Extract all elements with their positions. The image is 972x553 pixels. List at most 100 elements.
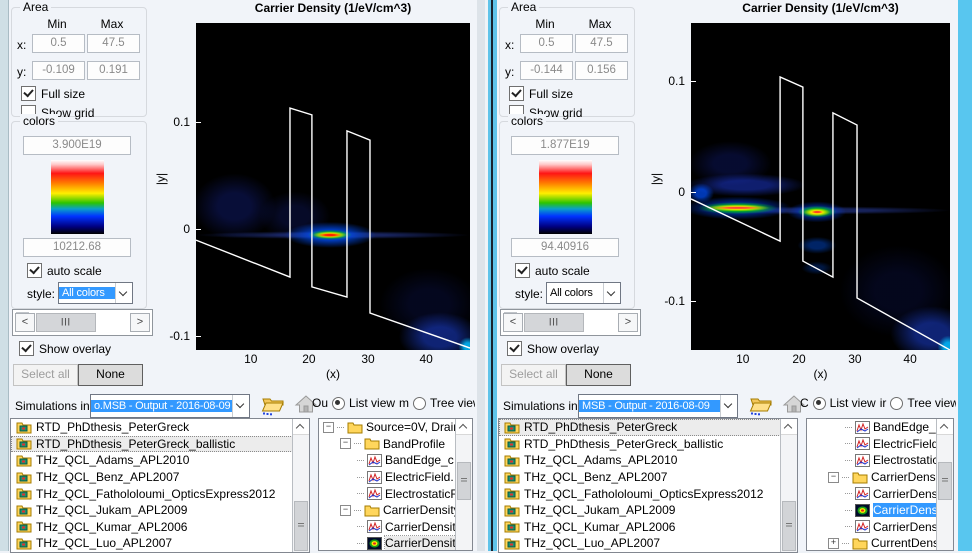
x-min-field[interactable]: 0.5 [520,34,573,53]
scroll-up-arrow[interactable] [456,419,472,435]
tree-view-label[interactable]: Tree view [907,396,956,410]
output-tree[interactable]: − Source=0V, Drain=0. − BandProfile BandEdge… [318,418,473,551]
tree-expander[interactable]: − [340,438,351,450]
show-overlay-checkbox[interactable] [19,341,34,356]
scroll-up-arrow[interactable] [293,419,309,435]
simulations-combobox[interactable]: o.MSB - Output - 2016-08-09 [90,394,250,418]
y-max-field[interactable]: 0.156 [575,61,628,80]
tree-item[interactable]: + CurrentDensity [807,535,953,550]
tree-item[interactable]: − BandProfile [319,436,472,453]
tree-scrollbar-thumb[interactable] [938,462,952,500]
color-max-field[interactable]: 1.877E19 [511,136,619,155]
tree-expander[interactable]: + [828,537,839,549]
list-view-label[interactable]: List view [349,396,395,410]
tree-item[interactable]: − CarrierDensity [319,502,472,519]
tree-item[interactable]: − CarrierDensity [807,469,953,486]
y-min-field[interactable]: -0.144 [520,61,573,80]
list-item[interactable]: THz_QCL_Jukam_APL2009 [499,502,797,519]
color-min-field[interactable]: 94.40916 [511,238,619,257]
list-view-radio[interactable] [332,396,346,410]
scroll-left-arrow[interactable]: < [15,313,35,332]
tree-item[interactable]: BandEdge_ [807,419,953,436]
tree-item[interactable]: ElectricField. [319,469,472,486]
list-item[interactable]: RTD_PhDthesis_PeterGreck [11,419,309,436]
list-view-label[interactable]: List view [830,396,876,410]
list-item[interactable]: THz_QCL_Adams_APL2010 [499,452,797,469]
scroll-up-arrow[interactable] [781,419,797,435]
scroll-right-arrow[interactable]: > [618,313,638,332]
list-item[interactable]: THz_QCL_Jukam_APL2009 [11,502,309,519]
open-folder-icon[interactable] [748,393,774,416]
tree-expander[interactable]: − [323,421,334,433]
list-item[interactable]: THz_QCL_Kumar_APL2006 [11,519,309,536]
style-combobox[interactable]: All colors [546,282,621,304]
tree-view-radio[interactable] [413,396,427,410]
list-item[interactable]: THz_QCL_Luo_APL2007 [11,535,309,552]
list-vscrollbar[interactable] [780,419,797,552]
open-folder-icon[interactable] [260,393,286,416]
full-size-checkbox[interactable] [21,86,36,101]
tree-vscrollbar[interactable] [455,419,472,550]
auto-scale-checkbox[interactable] [27,263,42,278]
plot-hscrollbar[interactable]: < ||| > [500,309,641,336]
full-size-checkbox[interactable] [509,86,524,101]
tree-scrollbar-thumb[interactable] [457,462,471,500]
tree-view-radio[interactable] [890,396,904,410]
list-item[interactable]: THz_QCL_Adams_APL2010 [11,452,309,469]
list-vscrollbar[interactable] [292,419,309,552]
tree-item[interactable]: Electrostatic [807,452,953,469]
list-item[interactable]: RTD_PhDthesis_PeterGreck [499,419,797,436]
chevron-down-icon[interactable] [720,395,737,417]
tree-vscrollbar[interactable] [936,419,953,550]
x-min-field[interactable]: 0.5 [32,34,85,53]
list-view-radio[interactable] [812,396,826,410]
tree-item[interactable]: ElectricField [807,436,953,453]
none-button[interactable]: None [78,364,143,386]
tree-item[interactable]: CarrierDens [807,502,953,519]
hscrollbar-thumb[interactable]: ||| [524,313,584,332]
list-scrollbar-thumb[interactable] [782,501,796,552]
tree-item[interactable]: CarrierDensity [319,519,472,536]
select-all-button[interactable]: Select all [13,364,78,386]
carrier-density-plot[interactable] [196,23,470,350]
tree-item[interactable]: CarrierDensity [319,535,472,550]
auto-scale-checkbox[interactable] [515,263,530,278]
output-tree[interactable]: BandEdge_ ElectricField Electrostatic − Carr… [806,418,954,551]
color-max-field[interactable]: 3.900E19 [23,136,131,155]
list-item[interactable]: THz_QCL_Benz_APL2007 [11,469,309,486]
list-item[interactable]: THz_QCL_Luo_APL2007 [499,535,797,552]
scroll-left-arrow[interactable]: < [503,313,523,332]
select-all-button[interactable]: Select all [501,364,566,386]
tree-item[interactable]: CarrierDens [807,519,953,536]
hscrollbar-thumb[interactable]: ||| [36,313,96,332]
y-max-field[interactable]: 0.191 [87,61,140,80]
x-max-field[interactable]: 47.5 [575,34,628,53]
none-button[interactable]: None [566,364,631,386]
carrier-density-plot[interactable] [691,23,950,350]
style-combobox[interactable]: All colors [58,282,133,304]
chevron-down-icon[interactable] [603,283,620,303]
x-max-field[interactable]: 47.5 [87,34,140,53]
tree-view-label[interactable]: Tree view [430,396,475,410]
list-item[interactable]: RTD_PhDthesis_PeterGreck_ballistic [499,436,797,453]
show-overlay-checkbox[interactable] [507,341,522,356]
simulations-combobox[interactable]: MSB - Output - 2016-08-09 [578,394,738,418]
list-item[interactable]: RTD_PhDthesis_PeterGreck_ballistic [11,435,309,453]
list-scrollbar-thumb[interactable] [294,501,308,552]
scroll-up-arrow[interactable] [937,419,953,435]
chevron-down-icon[interactable] [232,395,249,417]
list-item[interactable]: THz_QCL_Fathololoumi_OpticsExpress2012 [499,485,797,502]
list-item[interactable]: THz_QCL_Fathololoumi_OpticsExpress2012 [11,485,309,502]
plot-hscrollbar[interactable]: < ||| > [12,309,153,336]
chevron-down-icon[interactable] [115,283,132,303]
tree-item[interactable]: CarrierDens [807,485,953,502]
simulation-folder-list[interactable]: RTD_PhDthesis_PeterGreck RTD_PhDthesis_Pe… [498,418,798,553]
color-min-field[interactable]: 10212.68 [23,238,131,257]
tree-item[interactable]: − Source=0V, Drain=0. [319,419,472,436]
tree-item[interactable]: ElectrostaticF [319,485,472,502]
tree-expander[interactable]: − [828,471,839,483]
tree-expander[interactable]: − [340,504,351,516]
simulation-folder-list[interactable]: RTD_PhDthesis_PeterGreck RTD_PhDthesis_Pe… [10,418,310,553]
tree-item[interactable]: BandEdge_c [319,452,472,469]
scroll-right-arrow[interactable]: > [130,313,150,332]
